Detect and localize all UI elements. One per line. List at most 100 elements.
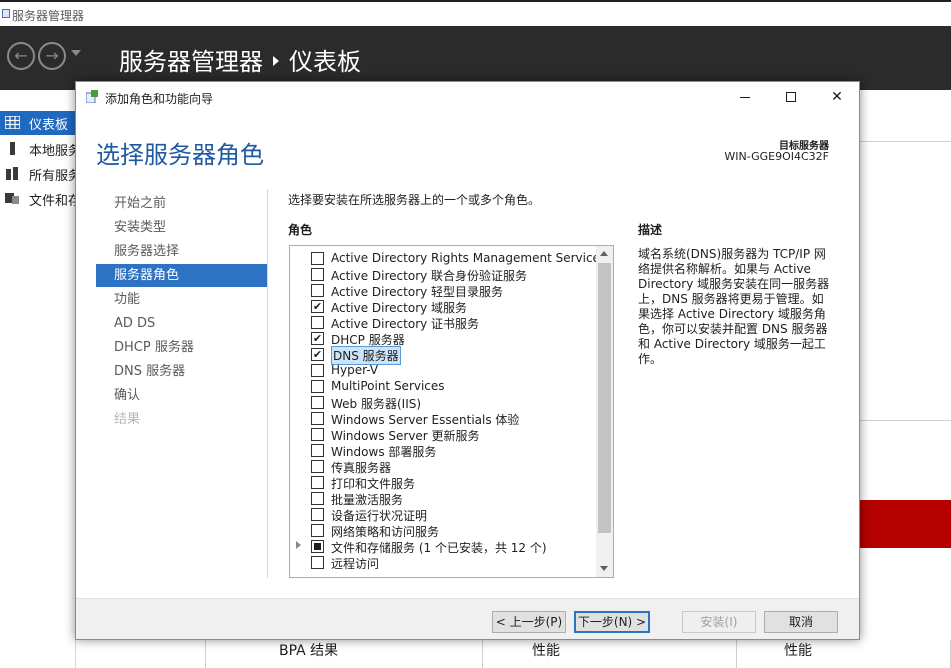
tile-performance[interactable]: 性能	[532, 640, 560, 660]
forward-arrow-icon[interactable]: →	[38, 42, 66, 70]
breadcrumb-page: 仪表板	[289, 48, 361, 76]
maximize-button[interactable]	[768, 82, 814, 112]
add-roles-wizard-dialog: 添加角色和功能向导 ✕ 选择服务器角色 目标服务器 WIN-GGE9OI4C32…	[75, 81, 860, 640]
role-row[interactable]: Windows Server 更新服务	[290, 426, 596, 443]
role-row[interactable]: DNS 服务器	[290, 346, 596, 365]
sidebar-item-label: 所有服务器	[29, 169, 76, 184]
tile-column	[737, 640, 951, 668]
minimize-icon	[740, 97, 750, 98]
wizard-step[interactable]: DHCP 服务器	[96, 336, 267, 359]
sidebar-item-file-storage[interactable]: 文件和存储服务	[0, 187, 76, 211]
role-checkbox[interactable]	[311, 364, 324, 377]
role-list[interactable]: Active Directory Rights Management Servi…	[289, 245, 614, 578]
role-row[interactable]: Active Directory Rights Management Servi…	[290, 250, 606, 266]
alert-tile[interactable]	[859, 500, 951, 548]
role-checkbox[interactable]	[311, 252, 324, 265]
tile-bpa-results[interactable]: BPA 结果	[279, 640, 338, 660]
role-checkbox[interactable]	[311, 284, 324, 297]
role-label[interactable]: Hyper-V	[331, 363, 378, 377]
roles-header: 角色	[288, 223, 313, 237]
role-checkbox[interactable]	[311, 268, 324, 281]
scrollbar-thumb[interactable]	[598, 263, 611, 533]
role-checkbox[interactable]	[311, 300, 324, 313]
wizard-step[interactable]: DNS 服务器	[96, 360, 267, 383]
install-button[interactable]: 安装(I)	[682, 611, 756, 633]
role-row[interactable]: 打印和文件服务	[290, 474, 596, 491]
history-dropdown-icon[interactable]	[71, 50, 81, 56]
role-checkbox[interactable]	[311, 556, 324, 569]
file-storage-icon	[5, 193, 19, 204]
role-checkbox[interactable]	[311, 332, 324, 345]
role-row[interactable]: 传真服务器	[290, 458, 596, 475]
role-row[interactable]: MultiPoint Services	[290, 378, 596, 394]
role-row[interactable]: 远程访问	[290, 554, 596, 572]
role-label[interactable]: 远程访问	[331, 555, 379, 572]
role-checkbox[interactable]	[311, 316, 324, 329]
instruction-text: 选择要安装在所选服务器上的一个或多个角色。	[288, 193, 541, 207]
role-checkbox[interactable]	[311, 476, 324, 489]
steps-divider	[267, 189, 268, 578]
role-row[interactable]: Windows Server Essentials 体验	[290, 410, 596, 427]
role-row[interactable]: DHCP 服务器	[290, 330, 596, 347]
role-row[interactable]: Active Directory 域服务	[290, 298, 596, 315]
sidebar-item-all-servers[interactable]: 所有服务器	[0, 162, 76, 186]
wizard-titlebar[interactable]: 添加角色和功能向导 ✕	[76, 82, 859, 112]
role-checkbox[interactable]	[311, 428, 324, 441]
scroll-down-icon[interactable]	[600, 566, 608, 571]
role-checkbox[interactable]	[311, 540, 324, 553]
role-checkbox[interactable]	[311, 396, 324, 409]
role-checkbox[interactable]	[311, 348, 324, 361]
role-label[interactable]: Active Directory Rights Management Servi…	[331, 251, 606, 265]
wizard-step[interactable]: 确认	[96, 384, 267, 407]
wizard-step[interactable]: AD DS	[96, 312, 267, 335]
wizard-step[interactable]: 功能	[96, 288, 267, 311]
role-checkbox[interactable]	[311, 444, 324, 457]
dashboard-grid-icon	[5, 116, 20, 129]
wizard-step[interactable]: 服务器选择	[96, 240, 267, 263]
wizard-title: 添加角色和功能向导	[105, 92, 214, 106]
role-row[interactable]: Active Directory 证书服务	[290, 314, 596, 331]
role-checkbox[interactable]	[311, 492, 324, 505]
role-row[interactable]: 网络策略和访问服务	[290, 522, 596, 539]
role-row[interactable]: 批量激活服务	[290, 490, 596, 507]
scroll-up-icon[interactable]	[600, 251, 608, 256]
role-checkbox[interactable]	[311, 460, 324, 473]
expand-arrow-icon[interactable]	[296, 541, 301, 549]
close-icon: ✕	[831, 89, 843, 105]
tile-performance[interactable]: 性能	[784, 640, 812, 660]
role-row[interactable]: 设备运行状况证明	[290, 506, 596, 523]
role-checkbox[interactable]	[311, 524, 324, 537]
close-button[interactable]: ✕	[814, 82, 860, 112]
cancel-button[interactable]: 取消	[764, 611, 838, 633]
wizard-step[interactable]: 服务器角色	[96, 264, 267, 287]
sidebar-item-local-server[interactable]: 本地服务器	[0, 137, 76, 161]
previous-button[interactable]: < 上一步(P)	[492, 611, 566, 633]
role-row[interactable]: Hyper-V	[290, 362, 596, 378]
role-row[interactable]: Active Directory 联合身份验证服务	[290, 266, 596, 283]
role-row[interactable]: 文件和存储服务 (1 个已安装，共 12 个)	[290, 538, 596, 555]
wizard-app-icon	[86, 90, 98, 103]
minimize-button[interactable]	[722, 82, 768, 112]
role-row[interactable]: Active Directory 轻型目录服务	[290, 282, 596, 299]
wizard-step[interactable]: 安装类型	[96, 216, 267, 239]
role-row[interactable]: Web 服务器(IIS)	[290, 394, 596, 411]
sidebar-item-label: 仪表板	[29, 118, 69, 133]
dashboard-divider	[859, 141, 951, 142]
role-list-scrollbar[interactable]	[596, 246, 613, 577]
server-manager-app-icon	[2, 9, 10, 18]
role-checkbox[interactable]	[311, 508, 324, 521]
back-arrow-icon[interactable]: ←	[7, 42, 35, 70]
role-label[interactable]: MultiPoint Services	[331, 379, 445, 393]
role-checkbox[interactable]	[311, 412, 324, 425]
sidebar-item-dashboard[interactable]: 仪表板	[0, 111, 76, 135]
next-button[interactable]: 下一步(N) >	[574, 611, 650, 633]
wizard-step[interactable]: 开始之前	[96, 192, 267, 215]
role-row[interactable]: Windows 部署服务	[290, 442, 596, 459]
wizard-footer: < 上一步(P) 下一步(N) > 安装(I) 取消	[76, 598, 859, 639]
sidebar-item-label: 本地服务器	[29, 144, 76, 159]
tile-column	[205, 640, 483, 668]
wizard-step: 结果	[114, 412, 141, 427]
server-manager-window-title: 服务器管理器	[12, 9, 85, 23]
servers-icon	[6, 167, 18, 180]
role-checkbox[interactable]	[311, 380, 324, 393]
